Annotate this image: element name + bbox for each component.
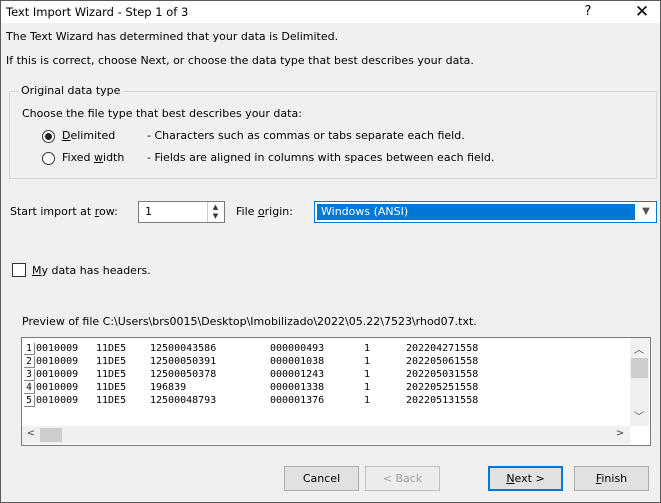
headers-checkbox[interactable] — [12, 263, 26, 277]
scroll-down-icon[interactable]: ﹀ — [631, 408, 647, 423]
scroll-right-icon[interactable]: > — [612, 428, 628, 439]
preview-cell: 202205061558 — [406, 356, 479, 367]
preview-cell: 11DE5 — [96, 356, 127, 367]
window-title: Text Import Wizard - Step 1 of 3 — [6, 5, 189, 19]
stepper-buttons: ▲ ▼ — [207, 202, 224, 222]
start-import-row-label: Start import at row: — [10, 205, 118, 218]
radio-fixed-width-circle[interactable] — [42, 152, 55, 165]
preview-cell: 11DE5 — [96, 395, 127, 406]
vertical-scroll-thumb[interactable] — [631, 358, 648, 378]
horizontal-scroll-thumb[interactable] — [40, 428, 62, 442]
preview-cell: 196839 — [150, 382, 187, 393]
preview-cell: 1 — [364, 343, 371, 354]
intro-line-2: If this is correct, choose Next, or choo… — [6, 54, 474, 67]
preview-cell: 000001243 — [270, 369, 325, 380]
preview-cell: 1 — [364, 369, 371, 380]
row-number: 5 — [24, 395, 35, 407]
scroll-up-icon[interactable]: ︿ — [631, 341, 647, 356]
intro-line-1: The Text Wizard has determined that your… — [6, 30, 339, 43]
headers-checkbox-label[interactable]: My data has headers. — [32, 264, 151, 277]
radio-fixed-width-label[interactable]: Fixed width — [62, 151, 124, 164]
preview-cell: 000001376 — [270, 395, 325, 406]
preview-cell: 0010009 — [36, 382, 79, 393]
back-button[interactable]: < Back — [365, 466, 440, 491]
preview-cell: 1 — [364, 382, 371, 393]
preview-cell: 1 — [364, 395, 371, 406]
help-button[interactable]: ? — [573, 3, 603, 21]
file-origin-selected[interactable]: Windows (ANSI) — [317, 204, 635, 220]
preview-cell: 11DE5 — [96, 343, 127, 354]
preview-content: 1 0010009 11DE5 12500043586 000000493 1 … — [22, 338, 630, 426]
cancel-button[interactable]: Cancel — [284, 466, 359, 491]
radio-fixed-width-description: - Fields are aligned in columns with spa… — [147, 151, 495, 164]
preview-cell: 202204271558 — [406, 343, 479, 354]
preview-cell: 202205031558 — [406, 369, 479, 380]
horizontal-scrollbar[interactable]: < > — [22, 426, 630, 444]
radio-delimited-label[interactable]: Delimited — [62, 129, 115, 142]
radio-delimited-circle[interactable] — [42, 130, 55, 143]
radio-selected-dot — [45, 133, 52, 140]
dropdown-chevron-down-icon[interactable]: ▼ — [637, 202, 655, 222]
preview-cell: 12500050378 — [150, 369, 217, 380]
data-preview: 1 0010009 11DE5 12500043586 000000493 1 … — [21, 337, 651, 446]
preview-cell: 000001338 — [270, 382, 325, 393]
finish-button[interactable]: Finish — [574, 466, 649, 491]
stepper-up-icon[interactable]: ▲ — [210, 203, 221, 212]
preview-label: Preview of file C:\Users\brs0015\Desktop… — [22, 315, 477, 328]
file-origin-label: File origin: — [236, 205, 293, 218]
file-origin-dropdown[interactable]: Windows (ANSI) ▼ — [314, 201, 657, 223]
file-type-prompt: Choose the file type that best describes… — [22, 107, 302, 120]
preview-cell: 000001038 — [270, 356, 325, 367]
preview-cell: 1 — [364, 356, 371, 367]
row-number: 1 — [24, 343, 35, 355]
original-data-type-title: Original data type — [18, 84, 124, 97]
preview-cell: 12500050391 — [150, 356, 217, 367]
row-number: 2 — [24, 356, 35, 368]
preview-cell: 0010009 — [36, 343, 79, 354]
title-bar: Text Import Wizard - Step 1 of 3 ? ✕ — [1, 1, 660, 23]
scroll-left-icon[interactable]: < — [23, 428, 39, 439]
preview-cell: 000000493 — [270, 343, 325, 354]
close-button[interactable]: ✕ — [627, 2, 657, 22]
preview-cell: 0010009 — [36, 356, 79, 367]
preview-cell: 202205131558 — [406, 395, 479, 406]
preview-cell: 0010009 — [36, 369, 79, 380]
row-number: 4 — [24, 382, 35, 394]
text-import-wizard-dialog: Text Import Wizard - Step 1 of 3 ? ✕ The… — [0, 0, 661, 503]
radio-delimited-description: - Characters such as commas or tabs sepa… — [147, 129, 465, 142]
preview-cell: 12500043586 — [150, 343, 217, 354]
preview-cell: 202205251558 — [406, 382, 479, 393]
start-row-stepper[interactable]: 1 ▲ ▼ — [138, 201, 225, 223]
preview-cell: 0010009 — [36, 395, 79, 406]
preview-cell: 12500048793 — [150, 395, 217, 406]
stepper-down-icon[interactable]: ▼ — [210, 212, 221, 221]
row-number: 3 — [24, 369, 35, 381]
preview-cell: 11DE5 — [96, 382, 127, 393]
vertical-scrollbar[interactable]: ︿ ﹀ — [630, 338, 649, 426]
start-row-value[interactable]: 1 — [145, 205, 152, 218]
preview-cell: 11DE5 — [96, 369, 127, 380]
next-button[interactable]: Next > — [488, 466, 563, 491]
